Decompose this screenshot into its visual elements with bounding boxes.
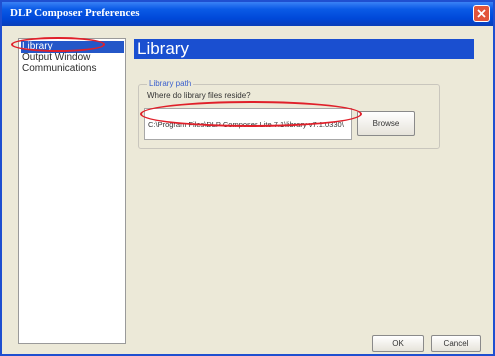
panel-title: Library (137, 39, 189, 58)
preferences-nav-list[interactable]: Library Output Window Communications (18, 38, 126, 344)
title-bar[interactable]: DLP Composer Preferences (2, 2, 493, 26)
library-path-group-label: Library path (147, 78, 194, 90)
browse-button[interactable]: Browse (357, 111, 415, 136)
ok-button[interactable]: OK (372, 335, 424, 352)
library-path-highlight-ellipse (140, 101, 362, 127)
panel-header: Library (134, 39, 474, 59)
window-title: DLP Composer Preferences (10, 7, 140, 19)
preferences-dialog: DLP Composer Preferences Library Output … (0, 0, 495, 356)
close-icon (477, 9, 486, 18)
nav-item-communications[interactable]: Communications (21, 63, 99, 75)
cancel-button[interactable]: Cancel (431, 335, 481, 352)
close-button[interactable] (473, 5, 490, 22)
library-path-prompt: Where do library files reside? (147, 91, 251, 100)
library-item-highlight-ellipse (11, 37, 105, 52)
